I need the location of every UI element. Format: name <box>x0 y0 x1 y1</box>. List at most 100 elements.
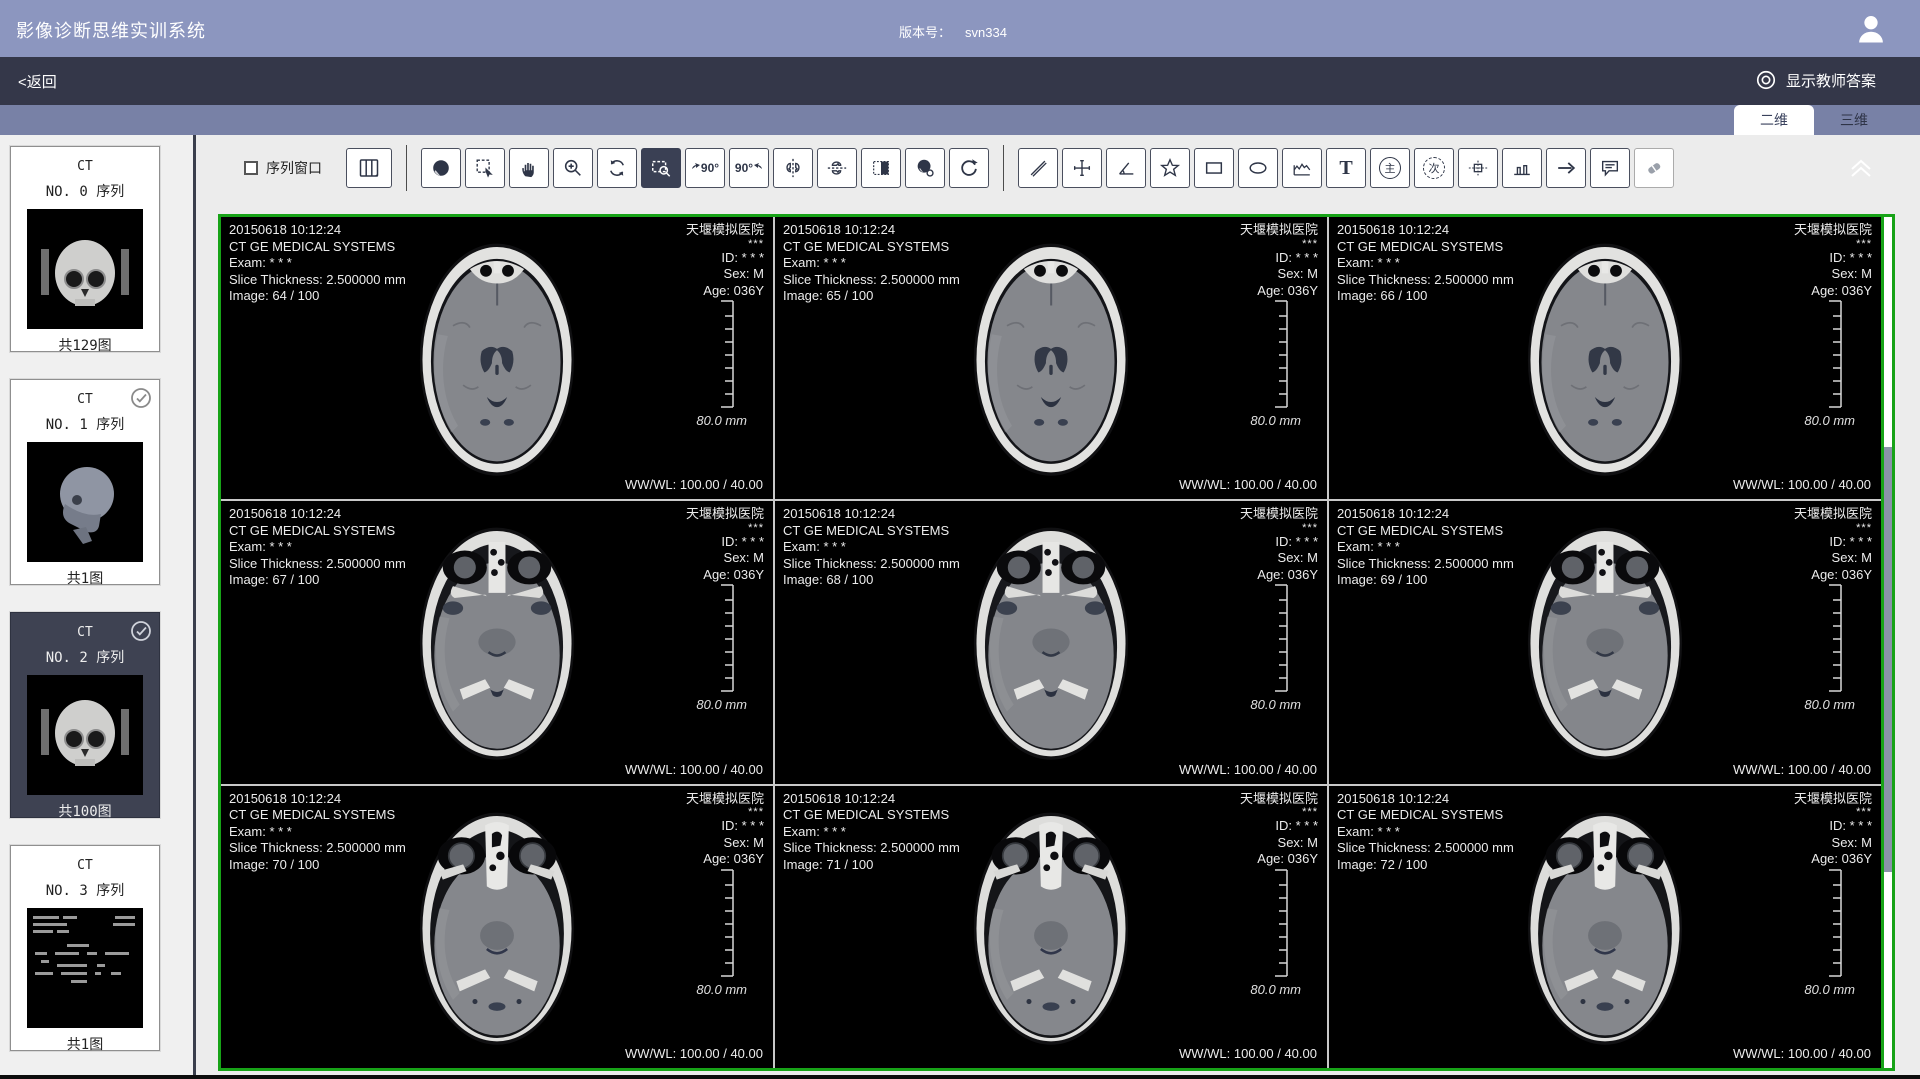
ct-image <box>958 800 1144 1054</box>
center-mark-button[interactable] <box>1458 148 1498 188</box>
viewer-scrollbar-thumb[interactable] <box>1884 447 1892 873</box>
eraser-button[interactable] <box>1634 148 1674 188</box>
show-teacher-answer-label: 显示教师答案 <box>1786 70 1876 91</box>
series-count: 共129图 <box>11 335 159 355</box>
window-level-label: WW/WL: 100.00 / 40.00 <box>1179 477 1317 492</box>
series-card-1[interactable]: CT NO. 1 序列 共1图 <box>10 379 160 585</box>
profile-button[interactable] <box>1502 148 1542 188</box>
measure-angle-button[interactable] <box>1106 148 1146 188</box>
image-info-overlay: 20150618 10:12:24CT GE MEDICAL SYSTEMS E… <box>783 791 960 874</box>
comment-button[interactable] <box>1590 148 1630 188</box>
image-cell-6[interactable]: 20150618 10:12:24CT GE MEDICAL SYSTEMS E… <box>1329 501 1881 783</box>
invert-button[interactable] <box>861 148 901 188</box>
series-window-checkbox[interactable] <box>244 161 258 175</box>
measure-cross-button[interactable] <box>1062 148 1102 188</box>
measure-ellipse-button[interactable] <box>1238 148 1278 188</box>
series-card-2[interactable]: CT NO. 2 序列 共100图 <box>10 612 160 818</box>
ellipse-icon <box>1247 157 1269 179</box>
rotate-cw-90-icon <box>753 163 763 173</box>
scale-label: 80.0 mm <box>696 697 747 712</box>
window-preset-button[interactable] <box>905 148 945 188</box>
select-button[interactable] <box>465 148 505 188</box>
scale-ruler <box>1821 868 1845 978</box>
primary-mark-icon: 主 <box>1379 157 1401 179</box>
image-number: Image: 65 / 100 <box>783 288 960 305</box>
image-cell-7[interactable]: 20150618 10:12:24CT GE MEDICAL SYSTEMS E… <box>221 786 773 1068</box>
viewer-scrollbar[interactable] <box>1881 217 1892 1068</box>
series-card-0[interactable]: CT NO. 0 序列 共129图 <box>10 146 160 352</box>
back-button[interactable]: <返回 <box>18 71 57 92</box>
patient-info-overlay: 天堰模拟医院*** ID: * * *Sex: MAge: 036Y <box>686 791 764 868</box>
text-annotation-button[interactable]: T <box>1326 148 1366 188</box>
tab-3d[interactable]: 三维 <box>1814 105 1894 135</box>
flip-horizontal-icon <box>782 157 804 179</box>
image-cell-3[interactable]: 20150618 10:12:24CT GE MEDICAL SYSTEMS E… <box>1329 217 1881 499</box>
tab-2d[interactable]: 二维 <box>1734 105 1814 135</box>
rotate-cw-90-button[interactable]: 90° <box>729 148 769 188</box>
primary-mark-button[interactable]: 主 <box>1370 148 1410 188</box>
scale-ruler <box>713 868 737 978</box>
scale-ruler <box>1821 583 1845 693</box>
flip-vertical-button[interactable] <box>817 148 857 188</box>
rotate-ccw-90-button[interactable]: 90° <box>685 148 725 188</box>
window-level-label: WW/WL: 100.00 / 40.00 <box>1733 762 1871 777</box>
series-card-3[interactable]: CT NO. 3 序列 共1图 <box>10 845 160 1051</box>
profile-icon <box>1511 157 1533 179</box>
secondary-mark-button[interactable]: 次 <box>1414 148 1454 188</box>
patient-info-overlay: 天堰模拟医院*** ID: * * *Sex: MAge: 036Y <box>686 222 764 299</box>
scale-label: 80.0 mm <box>1804 413 1855 428</box>
series-thumbnail <box>27 209 143 329</box>
center-mark-icon <box>1467 157 1489 179</box>
sidebar-divider <box>193 135 196 1075</box>
measure-line-button[interactable] <box>1018 148 1058 188</box>
reset-icon <box>958 157 980 179</box>
image-info-overlay: 20150618 10:12:24CT GE MEDICAL SYSTEMS E… <box>1337 791 1514 874</box>
series-count: 共100图 <box>11 801 159 821</box>
rotate-free-button[interactable] <box>597 148 637 188</box>
zoom-button[interactable] <box>553 148 593 188</box>
scale-ruler <box>1821 299 1845 409</box>
series-name: NO. 1 序列 <box>11 414 159 434</box>
pan-button[interactable] <box>509 148 549 188</box>
window-level-icon <box>430 157 452 179</box>
image-info-overlay: 20150618 10:12:24CT GE MEDICAL SYSTEMS E… <box>1337 506 1514 589</box>
patient-info-overlay: 天堰模拟医院*** ID: * * *Sex: MAge: 036Y <box>1794 222 1872 299</box>
window-level-label: WW/WL: 100.00 / 40.00 <box>625 1046 763 1061</box>
zoom-region-button[interactable] <box>641 148 681 188</box>
user-avatar-icon[interactable] <box>1852 10 1890 48</box>
window-level-button[interactable] <box>421 148 461 188</box>
image-number: Image: 70 / 100 <box>229 857 406 874</box>
reset-button[interactable] <box>949 148 989 188</box>
measure-rect-button[interactable] <box>1194 148 1234 188</box>
window-level-label: WW/WL: 100.00 / 40.00 <box>1179 1046 1317 1061</box>
image-cell-5[interactable]: 20150618 10:12:24CT GE MEDICAL SYSTEMS E… <box>775 501 1327 783</box>
series-name: NO. 3 序列 <box>11 880 159 900</box>
arrow-annotation-button[interactable] <box>1546 148 1586 188</box>
measure-polygon-button[interactable] <box>1150 148 1190 188</box>
scale-label: 80.0 mm <box>1804 697 1855 712</box>
app-title: 影像诊断思维实训系统 <box>16 17 206 43</box>
version-value: svn334 <box>965 25 1007 40</box>
patient-info-overlay: 天堰模拟医院*** ID: * * *Sex: MAge: 036Y <box>1794 506 1872 583</box>
flip-horizontal-button[interactable] <box>773 148 813 188</box>
viewer-grid: 20150618 10:12:24CT GE MEDICAL SYSTEMS E… <box>218 214 1895 1071</box>
window-level-label: WW/WL: 100.00 / 40.00 <box>625 762 763 777</box>
image-cell-4[interactable]: 20150618 10:12:24CT GE MEDICAL SYSTEMS E… <box>221 501 773 783</box>
image-cell-8[interactable]: 20150618 10:12:24CT GE MEDICAL SYSTEMS E… <box>775 786 1327 1068</box>
ct-image <box>1512 800 1698 1054</box>
measure-curve-button[interactable] <box>1282 148 1322 188</box>
collapse-toolbar-icon[interactable] <box>1848 157 1874 179</box>
image-cell-2[interactable]: 20150618 10:12:24CT GE MEDICAL SYSTEMS E… <box>775 217 1327 499</box>
scale-ruler <box>713 299 737 409</box>
show-teacher-answer-button[interactable]: 显示教师答案 <box>1755 69 1876 91</box>
eraser-icon <box>1643 157 1665 179</box>
image-cell-9[interactable]: 20150618 10:12:24CT GE MEDICAL SYSTEMS E… <box>1329 786 1881 1068</box>
layout-button[interactable] <box>346 148 392 188</box>
cross-icon <box>1071 157 1093 179</box>
patient-info-overlay: 天堰模拟医院*** ID: * * *Sex: MAge: 036Y <box>1240 222 1318 299</box>
scale-ruler <box>1267 868 1291 978</box>
secondary-mark-icon: 次 <box>1423 157 1445 179</box>
flip-vertical-icon <box>826 157 848 179</box>
image-number: Image: 68 / 100 <box>783 572 960 589</box>
image-cell-1[interactable]: 20150618 10:12:24CT GE MEDICAL SYSTEMS E… <box>221 217 773 499</box>
